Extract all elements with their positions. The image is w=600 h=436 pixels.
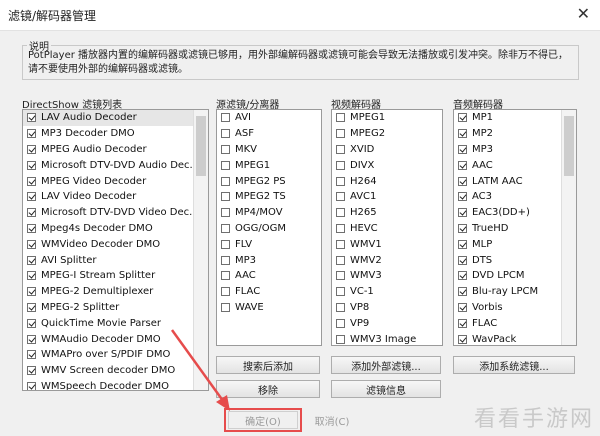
ok-button-highlight (224, 408, 302, 432)
red-arrow-annotation (170, 329, 230, 411)
dialog-window: 滤镜/解码器管理 ✕ 说明 PotPlayer 播放器内置的编解码器或滤镜已够用… (0, 0, 600, 436)
watermark: 看看手游网 (473, 407, 594, 432)
cancel-button[interactable]: 取消(C) (306, 411, 358, 429)
